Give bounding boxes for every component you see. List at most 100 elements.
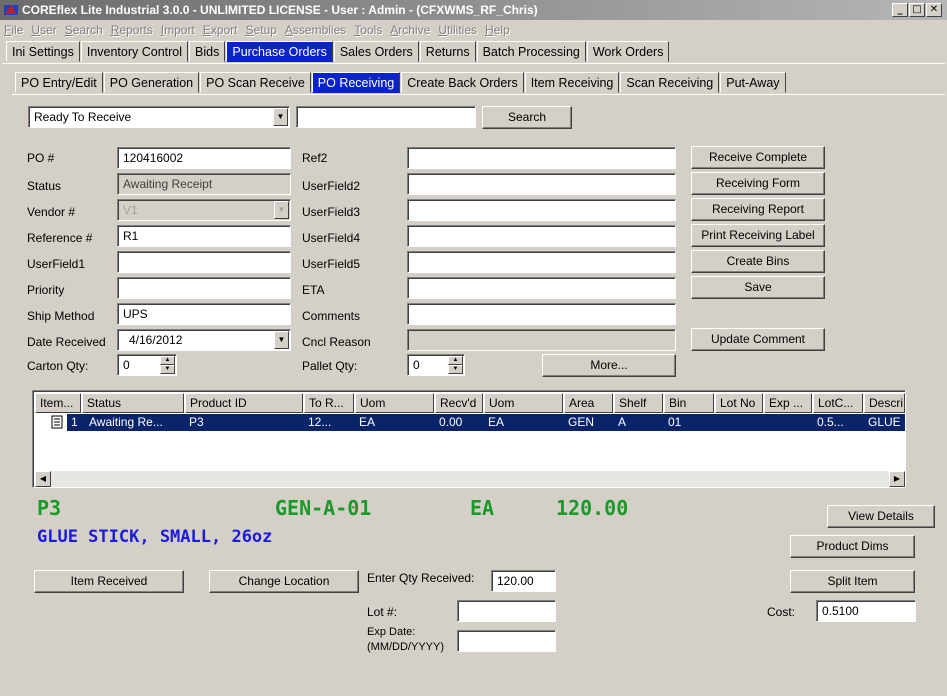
scroll-left-icon[interactable]: ◀ bbox=[35, 471, 51, 487]
tab-po-entry-edit[interactable]: PO Entry/Edit bbox=[15, 72, 103, 93]
column-header-product-id[interactable]: Product ID bbox=[185, 393, 303, 413]
userfield5-field[interactable] bbox=[407, 251, 676, 273]
carton-qty-stepper[interactable]: 0 ▲ ▼ bbox=[117, 354, 177, 376]
tab-purchase-orders[interactable]: Purchase Orders bbox=[226, 41, 333, 62]
menu-export[interactable]: Export bbox=[199, 21, 242, 37]
column-header-lot-cost[interactable]: LotC... bbox=[813, 393, 863, 413]
lot-number-field[interactable] bbox=[457, 600, 556, 622]
search-input[interactable] bbox=[296, 106, 476, 128]
save-button[interactable]: Save bbox=[691, 276, 825, 299]
spin-up-icon[interactable]: ▲ bbox=[448, 356, 463, 365]
view-details-button[interactable]: View Details bbox=[827, 505, 935, 528]
cost-field[interactable]: 0.5100 bbox=[816, 600, 916, 622]
column-header-shelf[interactable]: Shelf bbox=[614, 393, 663, 413]
column-header-lot-no[interactable]: Lot No bbox=[715, 393, 763, 413]
close-button[interactable]: ✕ bbox=[926, 3, 942, 17]
spin-up-icon[interactable]: ▲ bbox=[160, 356, 175, 365]
menu-file[interactable]: File bbox=[0, 21, 27, 37]
spin-down-icon[interactable]: ▼ bbox=[160, 365, 175, 374]
column-header-status[interactable]: Status bbox=[82, 393, 184, 413]
column-header-exp[interactable]: Exp ... bbox=[764, 393, 812, 413]
chevron-down-icon[interactable]: ▼ bbox=[273, 108, 288, 126]
tab-po-generation[interactable]: PO Generation bbox=[103, 72, 200, 93]
minimize-button[interactable]: _ bbox=[892, 3, 908, 17]
tab-ini-settings[interactable]: Ini Settings bbox=[6, 41, 80, 62]
split-item-button[interactable]: Split Item bbox=[790, 570, 915, 593]
vendor-dropdown: V1 ▼ bbox=[117, 199, 291, 221]
menu-import[interactable]: Import bbox=[157, 21, 199, 37]
pallet-qty-label: Pallet Qty: bbox=[302, 359, 358, 373]
po-number-field[interactable]: 120416002 bbox=[117, 147, 291, 169]
spin-down-icon[interactable]: ▼ bbox=[448, 365, 463, 374]
change-location-button[interactable]: Change Location bbox=[209, 570, 359, 593]
chevron-down-icon[interactable]: ▼ bbox=[274, 331, 289, 349]
create-bins-button[interactable]: Create Bins bbox=[691, 250, 825, 273]
tab-item-receiving[interactable]: Item Receiving bbox=[524, 72, 620, 93]
maximize-button[interactable]: □ bbox=[909, 3, 925, 17]
userfield1-field[interactable] bbox=[117, 251, 291, 273]
column-header-uom[interactable]: Uom bbox=[355, 393, 434, 413]
ship-method-field[interactable]: UPS bbox=[117, 303, 291, 325]
comments-field[interactable] bbox=[407, 303, 676, 325]
userfield4-label: UserField4 bbox=[302, 231, 361, 245]
userfield2-field[interactable] bbox=[407, 173, 676, 195]
exp-date-field[interactable] bbox=[457, 630, 556, 652]
tab-po-receiving[interactable]: PO Receiving bbox=[311, 72, 401, 93]
status-filter-dropdown[interactable]: Ready To Receive ▼ bbox=[28, 106, 290, 128]
receive-complete-button[interactable]: Receive Complete bbox=[691, 146, 825, 169]
cell-received: 0.00 bbox=[439, 415, 463, 429]
receiving-form-button[interactable]: Receiving Form bbox=[691, 172, 825, 195]
receiving-report-button[interactable]: Receiving Report bbox=[691, 198, 825, 221]
tab-sales-orders[interactable]: Sales Orders bbox=[333, 41, 419, 62]
menu-search[interactable]: Search bbox=[61, 21, 107, 37]
more-button[interactable]: More... bbox=[542, 354, 676, 377]
item-received-button[interactable]: Item Received bbox=[34, 570, 184, 593]
tab-scan-receiving[interactable]: Scan Receiving bbox=[620, 72, 720, 93]
scroll-right-icon[interactable]: ▶ bbox=[889, 471, 905, 487]
column-header-to-receive[interactable]: To R... bbox=[304, 393, 354, 413]
menu-help[interactable]: Help bbox=[481, 21, 514, 37]
menu-user[interactable]: User bbox=[27, 21, 60, 37]
tab-returns[interactable]: Returns bbox=[419, 41, 476, 62]
print-receiving-label-button[interactable]: Print Receiving Label bbox=[691, 224, 825, 247]
priority-field[interactable] bbox=[117, 277, 291, 299]
tab-po-scan-receive[interactable]: PO Scan Receive bbox=[200, 72, 311, 93]
update-comment-button[interactable]: Update Comment bbox=[691, 328, 825, 351]
menu-setup[interactable]: Setup bbox=[242, 21, 281, 37]
column-header-description[interactable]: Descri bbox=[864, 393, 905, 413]
tab-work-orders[interactable]: Work Orders bbox=[586, 41, 670, 62]
horizontal-scrollbar[interactable]: ◀ ▶ bbox=[35, 471, 905, 487]
tab-create-back-orders[interactable]: Create Back Orders bbox=[401, 72, 524, 93]
menu-assemblies[interactable]: Assemblies bbox=[281, 21, 350, 37]
enter-qty-field[interactable]: 120.00 bbox=[491, 570, 556, 592]
ref2-field[interactable] bbox=[407, 147, 676, 169]
userfield3-field[interactable] bbox=[407, 199, 676, 221]
exp-date-format-label: (MM/DD/YYYY) bbox=[367, 641, 444, 653]
tab-inventory-control[interactable]: Inventory Control bbox=[80, 41, 189, 62]
tab-batch-processing[interactable]: Batch Processing bbox=[476, 41, 586, 62]
column-header-area[interactable]: Area bbox=[564, 393, 613, 413]
menu-utilities[interactable]: Utilities bbox=[434, 21, 481, 37]
priority-label: Priority bbox=[27, 283, 65, 297]
po-items-grid[interactable]: Item... Status Product ID To R... Uom Re… bbox=[32, 390, 906, 488]
menu-tools[interactable]: Tools bbox=[350, 21, 386, 37]
tab-bids[interactable]: Bids bbox=[189, 41, 226, 62]
column-header-item[interactable]: Item... bbox=[35, 393, 81, 413]
column-header-received[interactable]: Recv'd bbox=[435, 393, 483, 413]
column-header-uom-2[interactable]: Uom bbox=[484, 393, 563, 413]
pallet-qty-stepper[interactable]: 0 ▲ ▼ bbox=[407, 354, 465, 376]
eta-field[interactable] bbox=[407, 277, 676, 299]
tab-put-away[interactable]: Put-Away bbox=[720, 72, 786, 93]
lot-number-label: Lot #: bbox=[367, 605, 398, 619]
cell-uom-2: EA bbox=[488, 415, 505, 429]
cell-lot-no bbox=[715, 414, 763, 430]
date-received-dropdown[interactable]: 4/16/2012 ▼ bbox=[117, 329, 291, 351]
menu-reports[interactable]: Reports bbox=[107, 21, 157, 37]
menu-archive[interactable]: Archive bbox=[386, 21, 434, 37]
search-button[interactable]: Search bbox=[482, 106, 572, 129]
status-label: Status bbox=[27, 179, 62, 193]
userfield4-field[interactable] bbox=[407, 225, 676, 247]
reference-field[interactable]: R1 bbox=[117, 225, 291, 247]
column-header-bin[interactable]: Bin bbox=[664, 393, 714, 413]
product-dims-button[interactable]: Product Dims bbox=[790, 535, 915, 558]
